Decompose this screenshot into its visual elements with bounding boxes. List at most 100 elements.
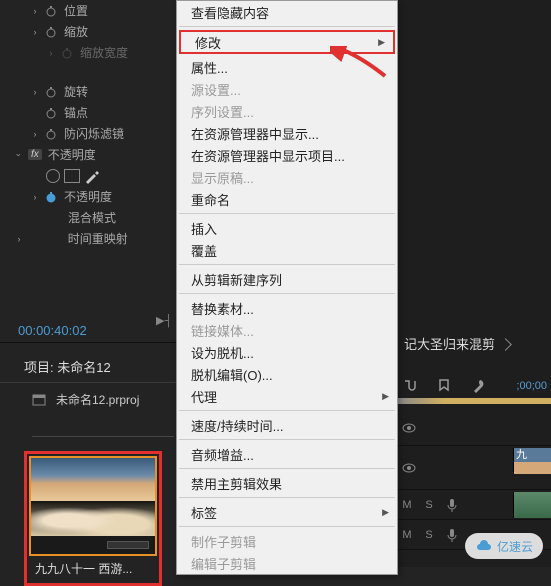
submenu-arrow-icon: ▶ [382, 507, 389, 518]
menu-item[interactable]: 音频增益... [177, 443, 397, 465]
menu-separator [179, 264, 395, 265]
stopwatch-active-icon[interactable] [44, 190, 58, 204]
menu-item: 制作子剪辑 [177, 530, 397, 552]
menu-item[interactable]: 重命名 [177, 188, 397, 210]
prop-anchor[interactable]: 锚点 [0, 102, 176, 123]
stopwatch-icon[interactable] [60, 46, 74, 60]
prop-antiflicker[interactable]: › 防闪烁滤镜 [0, 123, 176, 144]
twirl-icon[interactable]: › [46, 48, 56, 58]
menu-separator [179, 293, 395, 294]
ruler-time-label: ;00;00 [516, 380, 547, 392]
timecode-display[interactable]: 00:00:40:02 [0, 319, 176, 342]
solo-button[interactable]: S [424, 529, 434, 541]
prop-label: 时间重映射 [68, 230, 128, 247]
clip-thumbnail[interactable] [29, 456, 157, 556]
mute-button[interactable]: M [402, 499, 412, 511]
twirl-icon[interactable]: › [14, 234, 24, 244]
prop-opacity[interactable]: › 不透明度 [0, 186, 176, 207]
prop-label: 缩放宽度 [80, 44, 128, 61]
menu-separator [179, 213, 395, 214]
prop-label: 不透明度 [64, 188, 112, 205]
marker-icon[interactable] [436, 378, 452, 394]
menu-item[interactable]: 属性... [177, 56, 397, 78]
prop-label: 位置 [64, 2, 88, 19]
track-area: 九 M S M S [398, 410, 551, 550]
stopwatch-icon[interactable] [44, 127, 58, 141]
time-ruler[interactable] [398, 398, 551, 404]
twirl-icon[interactable]: › [30, 27, 40, 37]
time-remap-section[interactable]: › fx 时间重映射 [0, 228, 176, 249]
wrench-icon[interactable] [470, 378, 486, 394]
prop-label: 不透明度 [48, 146, 96, 163]
fx-badge: fx [28, 149, 42, 160]
sequence-tab[interactable]: 记大圣归来混剪 [404, 334, 510, 353]
solo-button[interactable]: S [424, 499, 434, 511]
prop-blend-mode[interactable]: 混合模式 [0, 207, 176, 228]
timeline-panel: 记大圣归来混剪 ;00;00 九 M S M S [398, 0, 551, 567]
twirl-icon[interactable]: › [30, 87, 40, 97]
prop-label: 防闪烁滤镜 [64, 125, 124, 142]
audio-track-row[interactable]: M S [398, 490, 551, 520]
submenu-arrow-icon: ▶ [382, 391, 389, 402]
ellipse-mask-icon[interactable] [46, 169, 60, 183]
thumbnail-image [31, 458, 155, 536]
menu-item[interactable]: 禁用主剪辑效果 [177, 472, 397, 494]
stopwatch-icon[interactable] [44, 85, 58, 99]
play-indicator-icon: ▶┤ [156, 314, 172, 327]
menu-item[interactable]: 脱机编辑(O)... [177, 363, 397, 385]
submenu-arrow-icon: ▶ [378, 37, 385, 48]
twirl-icon[interactable]: › [30, 129, 40, 139]
search-row [0, 416, 176, 441]
menu-item[interactable]: 在资源管理器中显示... [177, 122, 397, 144]
twirl-down-icon[interactable]: › [14, 150, 24, 160]
menu-item[interactable]: 代理▶ [177, 385, 397, 407]
twirl-icon[interactable]: › [30, 6, 40, 16]
prop-scale[interactable]: › 缩放 [0, 21, 176, 42]
project-file-row[interactable]: 未命名12.prproj [0, 383, 176, 416]
pen-mask-icon[interactable] [84, 168, 100, 184]
menu-item[interactable]: 覆盖 [177, 239, 397, 261]
menu-item: 链接媒体... [177, 319, 397, 341]
menu-item: 显示原稿... [177, 166, 397, 188]
snap-icon[interactable] [402, 378, 418, 394]
audio-clip[interactable] [513, 492, 551, 518]
prop-scale-width[interactable]: › 缩放宽度 [0, 42, 176, 63]
prop-position[interactable]: › 位置 [0, 0, 176, 21]
mic-icon[interactable] [446, 528, 458, 542]
menu-item[interactable]: 修改▶ [179, 30, 395, 54]
clip-name-label: 九九八十一 西游... [29, 556, 157, 581]
search-input[interactable] [32, 420, 174, 437]
eye-icon[interactable] [402, 461, 416, 475]
project-file-icon [32, 393, 46, 407]
prop-rotation[interactable]: › 旋转 [0, 81, 176, 102]
mic-icon[interactable] [446, 498, 458, 512]
video-track-row[interactable]: 九 [398, 446, 551, 490]
menu-item[interactable]: 在资源管理器中显示项目... [177, 144, 397, 166]
eye-icon[interactable] [402, 421, 416, 435]
stopwatch-icon[interactable] [44, 106, 58, 120]
rect-mask-icon[interactable] [64, 169, 80, 183]
menu-item[interactable]: 查看隐藏内容 [177, 1, 397, 23]
clip-on-track[interactable]: 九 [513, 448, 551, 474]
menu-item: 序列设置... [177, 100, 397, 122]
stopwatch-icon[interactable] [44, 4, 58, 18]
project-filename: 未命名12.prproj [56, 391, 139, 408]
menu-item[interactable]: 从剪辑新建序列 [177, 268, 397, 290]
stopwatch-icon[interactable] [44, 25, 58, 39]
opacity-section[interactable]: › fx 不透明度 [0, 144, 176, 165]
twirl-icon[interactable]: › [30, 192, 40, 202]
project-title: 项目: 未命名12 [0, 351, 176, 383]
thumbnail-highlight-annotation: 九九八十一 西游... [24, 451, 162, 586]
menu-item[interactable]: 速度/持续时间... [177, 414, 397, 436]
menu-separator [179, 526, 395, 527]
menu-item[interactable]: 替换素材... [177, 297, 397, 319]
watermark: 亿速云 [465, 533, 543, 559]
menu-item[interactable]: 标签▶ [177, 501, 397, 523]
menu-item[interactable]: 设为脱机... [177, 341, 397, 363]
menu-separator [179, 439, 395, 440]
mute-button[interactable]: M [402, 529, 412, 541]
mask-mode-icons [0, 165, 176, 186]
video-track-row[interactable] [398, 410, 551, 446]
menu-item: 源设置... [177, 78, 397, 100]
menu-item[interactable]: 插入 [177, 217, 397, 239]
